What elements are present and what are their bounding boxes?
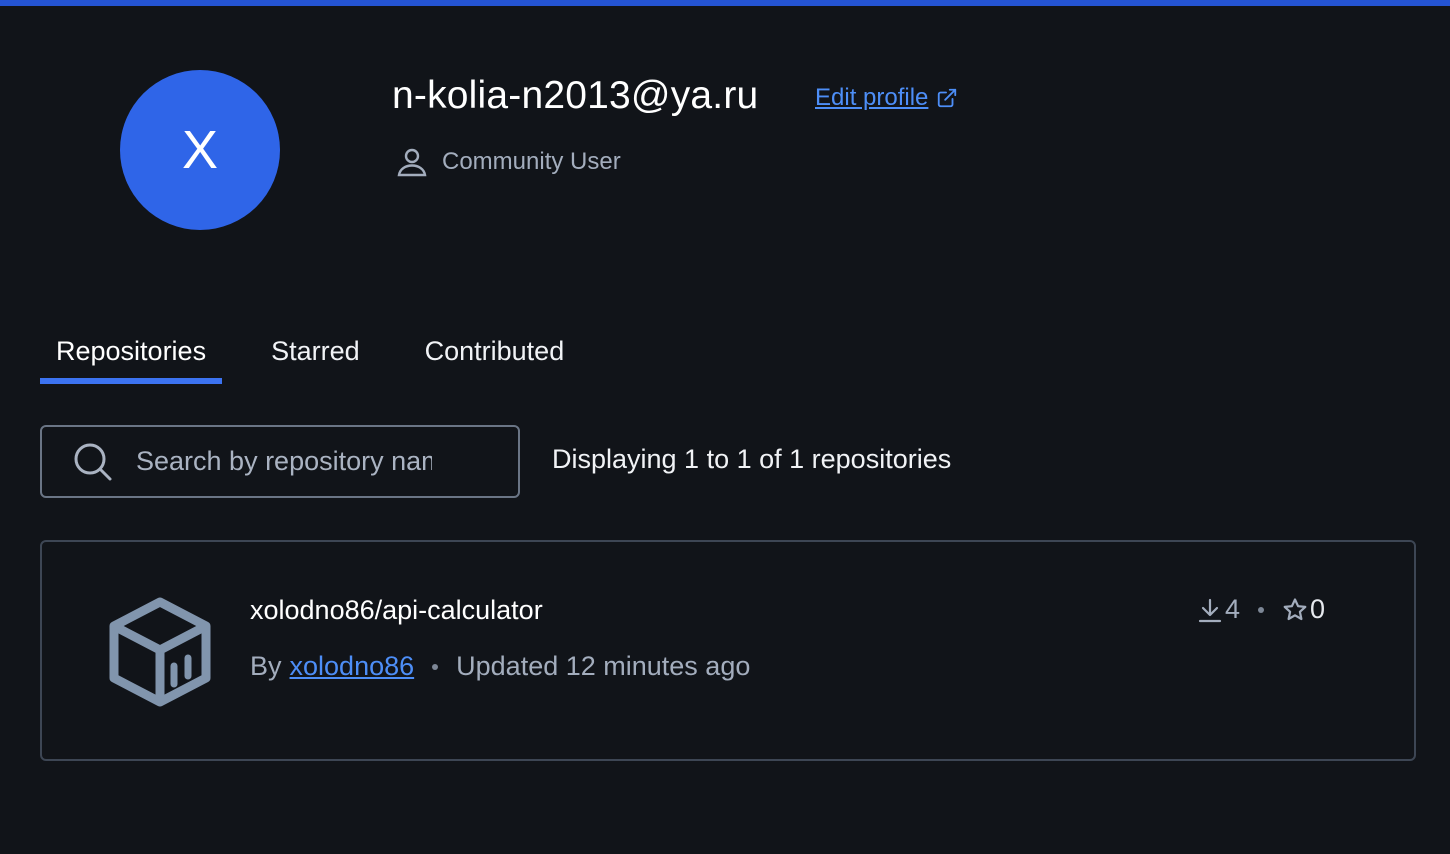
role-label: Community User [442, 148, 621, 175]
edit-profile-link[interactable]: Edit profile [815, 84, 958, 112]
repository-name[interactable]: xolodno86/api-calculator [250, 595, 543, 626]
edit-profile-label: Edit profile [815, 84, 929, 111]
tab-starred[interactable]: Starred [255, 330, 376, 384]
tab-contributed[interactable]: Contributed [409, 330, 581, 384]
download-icon [1198, 598, 1222, 622]
download-count: 4 [1225, 594, 1241, 624]
avatar: X [120, 70, 280, 230]
external-link-icon [938, 88, 957, 108]
repository-stats: 4 0 [1197, 594, 1325, 625]
results-summary: Displaying 1 to 1 of 1 repositories [552, 444, 952, 474]
repository-updated: Updated 12 minutes ago [456, 651, 751, 681]
top-accent-bar [0, 0, 1450, 6]
search-icon [74, 443, 112, 480]
repository-author-link[interactable]: xolodno86 [290, 651, 415, 682]
repository-meta: By xolodno86 Updated 12 minutes ago [250, 651, 750, 682]
profile-role: Community User [394, 144, 621, 180]
repository-card[interactable]: xolodno86/api-calculator By xolodno86 Up… [40, 540, 1416, 761]
tab-repositories[interactable]: Repositories [40, 330, 223, 384]
search-input[interactable] [134, 445, 434, 478]
avatar-initial: X [181, 120, 219, 180]
repository-cube-icon [109, 597, 211, 707]
by-label: By [250, 651, 282, 681]
star-icon [1283, 597, 1307, 620]
profile-tabs: Repositories Starred Contributed [40, 330, 580, 384]
separator-dot [432, 663, 439, 670]
user-icon [397, 148, 427, 177]
star-count: 0 [1310, 594, 1326, 624]
profile-username: n-kolia-n2013@ya.ru [392, 74, 759, 117]
search-box[interactable] [40, 425, 520, 498]
stats-separator-dot [1258, 606, 1265, 613]
